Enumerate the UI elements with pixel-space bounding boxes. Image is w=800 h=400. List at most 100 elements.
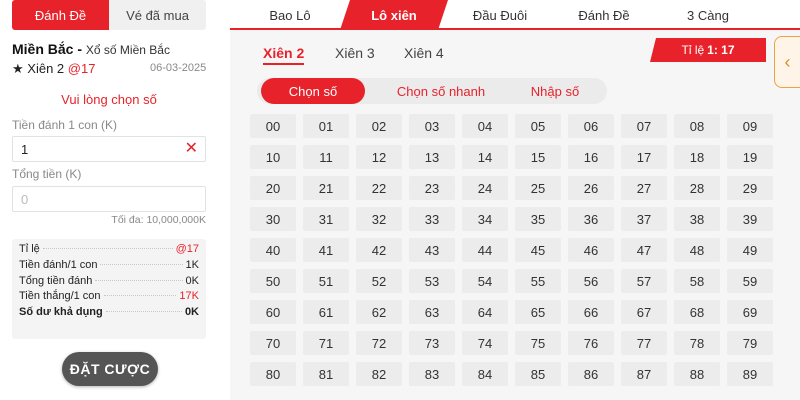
total-input[interactable]: 0 xyxy=(12,186,206,212)
number-cell[interactable]: 80 xyxy=(250,362,296,386)
number-cell[interactable]: 67 xyxy=(621,300,667,324)
tab-danh-de[interactable]: Đánh Đề xyxy=(556,0,652,30)
number-cell[interactable]: 49 xyxy=(727,238,773,262)
number-cell[interactable]: 26 xyxy=(568,176,614,200)
number-cell[interactable]: 43 xyxy=(409,238,455,262)
number-cell[interactable]: 38 xyxy=(674,207,720,231)
number-cell[interactable]: 75 xyxy=(515,331,561,355)
mode-enter-number[interactable]: Nhập số xyxy=(513,78,597,104)
number-cell[interactable]: 06 xyxy=(568,114,614,138)
number-cell[interactable]: 19 xyxy=(727,145,773,169)
number-cell[interactable]: 08 xyxy=(674,114,720,138)
number-cell[interactable]: 85 xyxy=(515,362,561,386)
number-cell[interactable]: 82 xyxy=(356,362,402,386)
number-cell[interactable]: 03 xyxy=(409,114,455,138)
number-cell[interactable]: 07 xyxy=(621,114,667,138)
number-cell[interactable]: 54 xyxy=(462,269,508,293)
number-cell[interactable]: 33 xyxy=(409,207,455,231)
number-cell[interactable]: 72 xyxy=(356,331,402,355)
number-cell[interactable]: 41 xyxy=(303,238,349,262)
number-cell[interactable]: 31 xyxy=(303,207,349,231)
number-cell[interactable]: 47 xyxy=(621,238,667,262)
number-cell[interactable]: 74 xyxy=(462,331,508,355)
number-cell[interactable]: 48 xyxy=(674,238,720,262)
number-cell[interactable]: 55 xyxy=(515,269,561,293)
number-cell[interactable]: 57 xyxy=(621,269,667,293)
number-cell[interactable]: 77 xyxy=(621,331,667,355)
number-cell[interactable]: 01 xyxy=(303,114,349,138)
number-cell[interactable]: 04 xyxy=(462,114,508,138)
stake-input[interactable]: 1 ✕ xyxy=(12,136,206,162)
number-cell[interactable]: 53 xyxy=(409,269,455,293)
mode-choose-number[interactable]: Chọn số xyxy=(261,78,365,104)
number-cell[interactable]: 13 xyxy=(409,145,455,169)
number-cell[interactable]: 45 xyxy=(515,238,561,262)
place-bet-button[interactable]: ĐẶT CƯỢC xyxy=(62,352,158,386)
number-cell[interactable]: 52 xyxy=(356,269,402,293)
number-cell[interactable]: 10 xyxy=(250,145,296,169)
number-cell[interactable]: 24 xyxy=(462,176,508,200)
number-cell[interactable]: 32 xyxy=(356,207,402,231)
number-cell[interactable]: 78 xyxy=(674,331,720,355)
number-cell[interactable]: 18 xyxy=(674,145,720,169)
number-cell[interactable]: 36 xyxy=(568,207,614,231)
number-cell[interactable]: 21 xyxy=(303,176,349,200)
number-cell[interactable]: 64 xyxy=(462,300,508,324)
number-cell[interactable]: 86 xyxy=(568,362,614,386)
number-cell[interactable]: 42 xyxy=(356,238,402,262)
number-cell[interactable]: 62 xyxy=(356,300,402,324)
number-cell[interactable]: 16 xyxy=(568,145,614,169)
number-cell[interactable]: 56 xyxy=(568,269,614,293)
number-cell[interactable]: 50 xyxy=(250,269,296,293)
number-cell[interactable]: 17 xyxy=(621,145,667,169)
number-cell[interactable]: 28 xyxy=(674,176,720,200)
number-cell[interactable]: 73 xyxy=(409,331,455,355)
subtab-xien-2[interactable]: Xiên 2 xyxy=(263,45,305,65)
number-cell[interactable]: 66 xyxy=(568,300,614,324)
chevron-left-icon[interactable]: ‹ xyxy=(774,36,800,88)
number-cell[interactable]: 05 xyxy=(515,114,561,138)
number-cell[interactable]: 00 xyxy=(250,114,296,138)
tab-lo-xien[interactable]: Lô xiên xyxy=(342,0,446,30)
number-cell[interactable]: 15 xyxy=(515,145,561,169)
number-cell[interactable]: 89 xyxy=(727,362,773,386)
number-cell[interactable]: 76 xyxy=(568,331,614,355)
number-cell[interactable]: 39 xyxy=(727,207,773,231)
tab-purchased-tickets[interactable]: Vé đã mua xyxy=(109,0,206,30)
number-cell[interactable]: 60 xyxy=(250,300,296,324)
number-cell[interactable]: 40 xyxy=(250,238,296,262)
number-cell[interactable]: 81 xyxy=(303,362,349,386)
number-cell[interactable]: 23 xyxy=(409,176,455,200)
mode-quick-choose[interactable]: Chọn số nhanh xyxy=(377,78,505,104)
number-cell[interactable]: 83 xyxy=(409,362,455,386)
number-cell[interactable]: 61 xyxy=(303,300,349,324)
number-cell[interactable]: 14 xyxy=(462,145,508,169)
number-cell[interactable]: 58 xyxy=(674,269,720,293)
number-cell[interactable]: 09 xyxy=(727,114,773,138)
number-cell[interactable]: 46 xyxy=(568,238,614,262)
number-cell[interactable]: 30 xyxy=(250,207,296,231)
number-cell[interactable]: 35 xyxy=(515,207,561,231)
number-cell[interactable]: 51 xyxy=(303,269,349,293)
number-cell[interactable]: 68 xyxy=(674,300,720,324)
tab-place-bet[interactable]: Đánh Đề xyxy=(12,0,109,30)
tab-bao-lo[interactable]: Bao Lô xyxy=(242,0,338,30)
number-cell[interactable]: 27 xyxy=(621,176,667,200)
number-cell[interactable]: 63 xyxy=(409,300,455,324)
number-cell[interactable]: 25 xyxy=(515,176,561,200)
number-cell[interactable]: 79 xyxy=(727,331,773,355)
number-cell[interactable]: 69 xyxy=(727,300,773,324)
clear-icon[interactable]: ✕ xyxy=(185,140,198,158)
number-cell[interactable]: 02 xyxy=(356,114,402,138)
number-cell[interactable]: 11 xyxy=(303,145,349,169)
subtab-xien-3[interactable]: Xiên 3 xyxy=(335,45,375,61)
number-cell[interactable]: 20 xyxy=(250,176,296,200)
number-cell[interactable]: 12 xyxy=(356,145,402,169)
number-cell[interactable]: 34 xyxy=(462,207,508,231)
number-cell[interactable]: 37 xyxy=(621,207,667,231)
number-cell[interactable]: 88 xyxy=(674,362,720,386)
number-cell[interactable]: 29 xyxy=(727,176,773,200)
number-cell[interactable]: 22 xyxy=(356,176,402,200)
tab-dau-duoi[interactable]: Đầu Đuôi xyxy=(452,0,548,30)
number-cell[interactable]: 44 xyxy=(462,238,508,262)
